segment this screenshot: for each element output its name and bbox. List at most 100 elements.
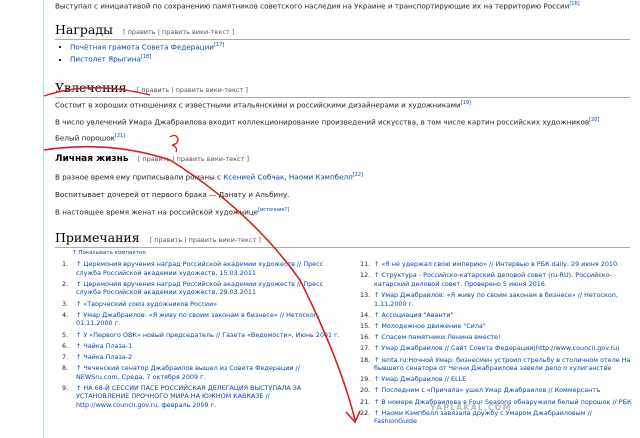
reference-number: 4. (62, 310, 69, 319)
reference-item: 11. ↑ «Я не удержал свою империю» // Инте… (360, 260, 635, 269)
ref-22[interactable]: [22] (353, 172, 363, 178)
reference-link[interactable]: ↑ Структура - Российско-катарский делово… (374, 271, 612, 288)
section-heading-personal: Личная жизнь [ править | править вики-те… (55, 154, 249, 164)
notes-edit-link[interactable]: [ править | править вики-текст ] (150, 236, 261, 244)
show-compact-link[interactable]: ↑ Показывать компактно (72, 250, 146, 256)
reference-number: 20. (360, 386, 371, 395)
personal-title: Личная жизнь (55, 154, 129, 164)
section-heading-notes: Примечания [ править | править вики-текс… (55, 230, 630, 248)
annotation-squiggle (169, 134, 179, 153)
section-heading-hobbies: Увлечения [ править | править вики-текст… (55, 80, 630, 98)
reference-link[interactable]: ↑ Умар Джабраилов: «Я живу по своим зако… (374, 291, 618, 308)
ref-21[interactable]: [21] (115, 133, 125, 139)
reference-link[interactable]: ↑ «Я не удержал свою империю» // Интервь… (374, 260, 619, 268)
wiki-article: Выступал с инициативой по сохранению пам… (0, 0, 640, 438)
reference-item: 14. ↑ Ассоциация "Аванти" (360, 311, 635, 320)
reference-number: 3. (62, 299, 69, 308)
references-left: 1. ↑ Церемония вручения наград Российской… (62, 260, 342, 412)
campbell-link[interactable]: Наоми Кэмпбелл (289, 172, 353, 181)
ref-20[interactable]: [20] (589, 117, 599, 123)
reference-number: 21. (360, 397, 371, 406)
reference-item: 9. ↑ НА 68-Й СЕССИИ ПАСЕ РОССИЙСКАЯ ДЕЛЕГ… (62, 384, 342, 410)
reference-number: 16. (360, 333, 371, 342)
reference-link[interactable]: ↑ Церемония вручения наград Российской а… (76, 280, 323, 297)
sobchak-link[interactable]: Ксенией Собчак (223, 172, 284, 181)
reference-item: 2. ↑ Церемония вручения наград Российской… (62, 280, 342, 297)
reference-link[interactable]: ↑ Ассоциация "Аванти" (374, 311, 453, 319)
personal-paragraph-1: В разное время ему приписывали романы с … (55, 172, 363, 181)
reference-link[interactable]: ↑ Чеченский сенатор Джабраилов вышел из … (76, 364, 300, 381)
hobbies-paragraph-1: Состоит в хороших отношениях с известным… (55, 100, 471, 109)
list-item: Почётная грамота Совета Федерации[17] (70, 42, 224, 51)
reference-item: 19. ↑ Умар Джабраилов // ELLE (360, 375, 635, 384)
reference-number: 13. (360, 290, 371, 299)
personal-text-1: В разное время ему приписывали романы с (55, 172, 224, 182)
hobbies-title: Увлечения (55, 80, 127, 95)
reference-item: 15. ↑ Молодежное движение "Сила" (360, 322, 635, 331)
reference-number: 9. (62, 383, 69, 392)
personal-edit-link[interactable]: [ править | править вики-текст ] (138, 155, 249, 163)
reference-link[interactable]: ↑ Церемония вручения наград Российской а… (76, 260, 323, 277)
ref-17[interactable]: [17] (214, 42, 224, 48)
reference-link[interactable]: ↑ lenta.ru:Ночной Умар: бизнесмен устрои… (374, 356, 630, 373)
reference-item: 18. ↑ lenta.ru:Ночной Умар: бизнесмен уст… (360, 356, 635, 373)
reference-link[interactable]: ↑ Умар Джабраилов // ELLE (374, 375, 466, 383)
hobbies-text-1: Состоит в хороших отношениях с известным… (55, 100, 461, 110)
award-link-1[interactable]: Почётная грамота Совета Федерации (70, 42, 214, 51)
reference-number: 11. (360, 260, 371, 268)
hobbies-paragraph-2: В число увлечений Умара Джабраилова вход… (55, 117, 599, 126)
reference-item: 8. ↑ Чеченский сенатор Джабраилов вышел и… (62, 364, 342, 381)
intro-text: Выступал с инициативой по сохранению пам… (55, 1, 570, 11)
reference-item: 20. ↑ Последним с «Причала» ушел Умар Джа… (360, 386, 635, 395)
reference-link[interactable]: ↑ Последним с «Причала» ушел Умар Джабра… (374, 386, 601, 394)
list-item: Пистолет Ярыгина[18] (70, 54, 224, 63)
personal-paragraph-3: В настоящее время женат на российской ху… (55, 207, 289, 216)
reference-link[interactable]: ↑ Чайка Плаза-1 (76, 342, 132, 350)
citation-needed[interactable]: [источник?] (258, 207, 289, 213)
reference-item: 3. ↑ «Творческий союз художников России» (62, 300, 342, 309)
section-heading-awards: Награды [ править | править вики-текст ] (55, 22, 630, 40)
reference-item: 5. ↑ У «Первого ОВК» новый председатель /… (62, 331, 342, 340)
reference-number: 8. (62, 364, 69, 373)
content-border (43, 0, 44, 438)
ref-16[interactable]: [16] (569, 1, 579, 7)
reference-link[interactable]: ↑ У «Первого ОВК» новый председатель // … (76, 331, 340, 339)
reference-number: 1. (62, 260, 69, 268)
annotation-arrow-head (345, 410, 361, 424)
reference-link[interactable]: ↑ Спасем памятники Ленина вместе! (374, 333, 501, 341)
reference-number: 6. (62, 341, 69, 350)
hobbies-text-3: Белый порошок (55, 133, 115, 143)
hobbies-edit-link[interactable]: [ править | править вики-текст ] (137, 86, 248, 94)
awards-edit-link[interactable]: [ править | править вики-текст ] (123, 28, 234, 36)
reference-link[interactable]: ↑ Умар Джабраилов // Сайт Совета Федерац… (374, 344, 620, 352)
reference-link[interactable]: ↑ Умар Джабраилов: «Я живу по своим зако… (76, 311, 320, 328)
reference-number: 17. (360, 344, 371, 353)
reference-number: 14. (360, 310, 371, 319)
reference-item: 17. ↑ Умар Джабраилов // Сайт Совета Феде… (360, 344, 635, 353)
reference-number: 5. (62, 330, 69, 339)
personal-paragraph-2: Воспитывает дочерей от первого брака — Д… (55, 190, 289, 199)
reference-item: 4. ↑ Умар Джабраилов: «Я живу по своим за… (62, 311, 342, 328)
reference-link[interactable]: ↑ Молодежное движение "Сила" (374, 322, 486, 330)
awards-title: Награды (55, 22, 114, 37)
awards-list: Почётная грамота Совета Федерации[17] Пи… (60, 42, 224, 67)
award-link-2[interactable]: Пистолет Ярыгина (70, 55, 141, 64)
reference-item: 6. ↑ Чайка Плаза-1 (62, 342, 342, 351)
reference-number: 18. (360, 355, 371, 364)
notes-title: Примечания (55, 230, 140, 245)
reference-link[interactable]: ↑ «Творческий союз художников России» (76, 300, 217, 308)
reference-number: 2. (62, 279, 69, 288)
ref-19[interactable]: [19] (461, 100, 471, 106)
hobbies-text-2: В число увлечений Умара Джабраилова вход… (55, 117, 590, 127)
reference-item: 13. ↑ Умар Джабраилов: «Я живу по своим з… (360, 291, 635, 308)
reference-link[interactable]: ↑ Чайка Плаза-2 (76, 353, 132, 361)
watermark: YAPLAKAL.COM (430, 403, 512, 412)
reference-number: 12. (360, 271, 371, 280)
ref-18[interactable]: [18] (141, 54, 151, 60)
reference-item: 7. ↑ Чайка Плаза-2 (62, 353, 342, 362)
personal-text-2: Воспитывает дочерей от первого брака — Д… (55, 190, 290, 199)
reference-number: 19. (360, 375, 371, 384)
personal-text-3: В настоящее время женат на российской ху… (55, 207, 259, 217)
reference-number: 22. (360, 408, 371, 417)
reference-link[interactable]: ↑ НА 68-Й СЕССИИ ПАСЕ РОССИЙСКАЯ ДЕЛЕГАЦ… (76, 384, 301, 409)
